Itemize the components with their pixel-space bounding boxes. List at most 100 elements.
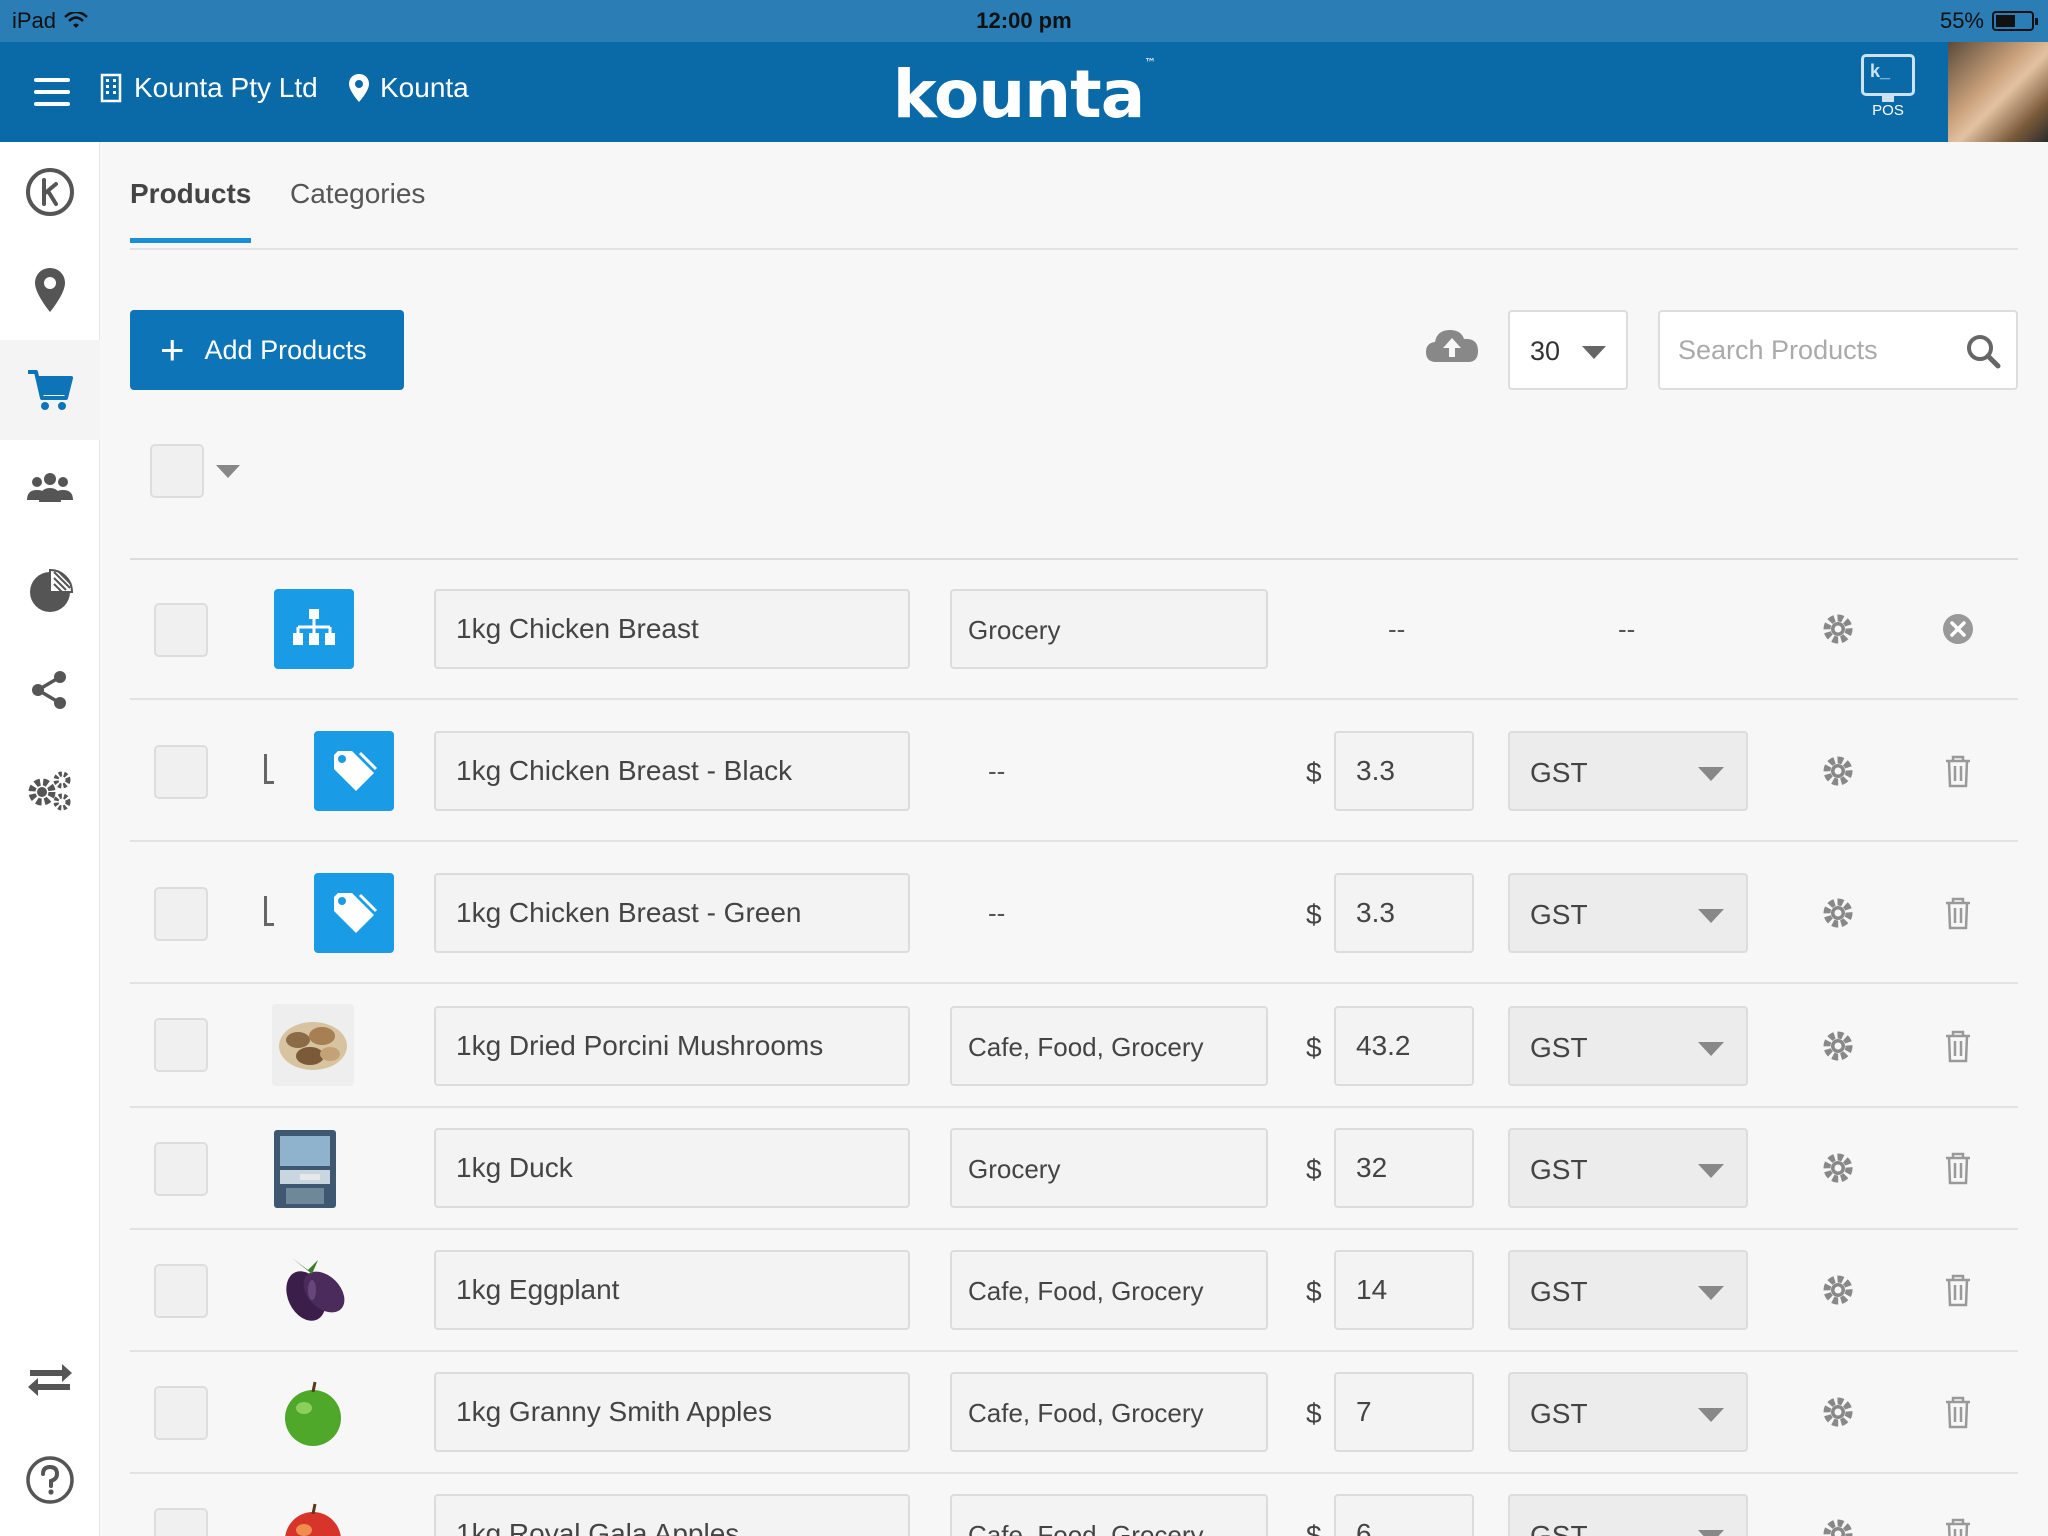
product-category-field[interactable]: Grocery — [950, 1128, 1268, 1208]
kounta-logo-icon — [26, 168, 74, 216]
variant-indent-marker — [264, 754, 274, 784]
trash-icon[interactable] — [1940, 1028, 1976, 1064]
add-products-button[interactable]: + Add Products — [130, 310, 404, 390]
tax-select[interactable]: GST — [1508, 1128, 1748, 1208]
cloud-upload-icon[interactable] — [1424, 324, 1480, 364]
search-input[interactable] — [1678, 330, 1948, 370]
bulk-actions-chevron-icon[interactable] — [216, 464, 240, 478]
row-checkbox[interactable] — [154, 745, 208, 799]
price-input[interactable]: 32 — [1334, 1128, 1474, 1208]
sidebar-item-products[interactable] — [0, 340, 100, 440]
currency-symbol: $ — [1306, 757, 1322, 788]
gear-icon[interactable] — [1820, 1150, 1856, 1186]
product-category-field[interactable]: Grocery — [950, 589, 1268, 669]
price-input[interactable]: 3.3 — [1334, 731, 1474, 811]
price-input[interactable]: 43.2 — [1334, 1006, 1474, 1086]
sidebar-item-share[interactable] — [0, 640, 100, 740]
product-photo-eggplant[interactable] — [272, 1248, 354, 1330]
variant-indent-marker — [264, 896, 274, 926]
table-row: 1kg Duck Grocery $ 32 GST — [130, 1108, 2018, 1230]
gear-icon[interactable] — [1820, 895, 1856, 931]
product-photo-duck[interactable] — [272, 1128, 354, 1210]
per-page-select[interactable]: 30 — [1508, 310, 1628, 390]
trash-icon[interactable] — [1940, 1150, 1976, 1186]
sidebar-item-sync[interactable] — [0, 1330, 100, 1430]
trash-icon[interactable] — [1940, 895, 1976, 931]
remove-icon[interactable] — [1940, 611, 1976, 647]
row-checkbox[interactable] — [154, 603, 208, 657]
tax-select[interactable]: GST — [1508, 1372, 1748, 1452]
row-checkbox[interactable] — [154, 887, 208, 941]
cart-icon — [28, 370, 73, 410]
sidebar-item-locations[interactable] — [0, 240, 100, 340]
user-avatar[interactable] — [1948, 42, 2048, 142]
currency-symbol: $ — [1306, 1520, 1322, 1536]
currency-symbol: $ — [1306, 1154, 1322, 1185]
price-input[interactable]: 6 — [1334, 1494, 1474, 1536]
sidebar-item-settings[interactable] — [0, 740, 100, 840]
trash-icon[interactable] — [1940, 1394, 1976, 1430]
table-row: 1kg Dried Porcini Mushrooms Cafe, Food, … — [130, 984, 2018, 1108]
price-input[interactable]: 3.3 — [1334, 873, 1474, 953]
gear-icon[interactable] — [1820, 611, 1856, 647]
row-checkbox[interactable] — [154, 1142, 208, 1196]
product-photo-green-apple[interactable] — [272, 1372, 354, 1454]
sidebar-item-customers[interactable] — [0, 440, 100, 540]
sidebar-item-help[interactable] — [0, 1430, 100, 1530]
product-name-field[interactable]: 1kg Eggplant — [434, 1250, 910, 1330]
price-tag-icon — [334, 893, 378, 933]
search-icon[interactable] — [1964, 332, 2002, 370]
tax-select[interactable]: GST — [1508, 731, 1748, 811]
sidebar-item-reports[interactable] — [0, 540, 100, 640]
product-name-field[interactable]: 1kg Granny Smith Apples — [434, 1372, 910, 1452]
price-input[interactable]: 7 — [1334, 1372, 1474, 1452]
table-row: 1kg Granny Smith Apples Cafe, Food, Groc… — [130, 1352, 2018, 1474]
select-all-checkbox[interactable] — [150, 444, 204, 498]
gear-icon[interactable] — [1820, 1516, 1856, 1536]
chevron-down-icon — [1698, 767, 1724, 781]
sync-icon — [28, 1364, 72, 1396]
per-page-value: 30 — [1530, 336, 1561, 366]
tab-categories[interactable]: Categories — [290, 178, 425, 238]
gear-icon[interactable] — [1820, 1272, 1856, 1308]
customers-icon — [27, 473, 73, 502]
chevron-down-icon — [1698, 1530, 1724, 1536]
tax-select[interactable]: GST — [1508, 873, 1748, 953]
app-header: Kounta Pty Ltd Kounta kounta™ k_ POS — [0, 42, 2048, 142]
sidebar-item-home[interactable] — [0, 142, 100, 242]
currency-symbol: $ — [1306, 1398, 1322, 1429]
gear-icon[interactable] — [1820, 753, 1856, 789]
row-checkbox[interactable] — [154, 1508, 208, 1536]
product-thumbnail[interactable] — [274, 589, 354, 669]
product-category-field[interactable]: Cafe, Food, Grocery — [950, 1250, 1268, 1330]
tax-select[interactable]: GST — [1508, 1250, 1748, 1330]
product-thumbnail[interactable] — [314, 873, 394, 953]
product-name-field[interactable]: 1kg Duck — [434, 1128, 910, 1208]
product-thumbnail[interactable] — [314, 731, 394, 811]
product-photo-mushrooms[interactable] — [272, 1004, 354, 1086]
trash-icon[interactable] — [1940, 1516, 1976, 1536]
product-photo-red-apple[interactable] — [272, 1494, 354, 1536]
price-input[interactable]: 14 — [1334, 1250, 1474, 1330]
product-name-field[interactable]: 1kg Chicken Breast - Green — [434, 873, 910, 953]
row-checkbox[interactable] — [154, 1386, 208, 1440]
trash-icon[interactable] — [1940, 1272, 1976, 1308]
variants-hierarchy-icon — [293, 609, 335, 645]
row-checkbox[interactable] — [154, 1018, 208, 1072]
trash-icon[interactable] — [1940, 753, 1976, 789]
product-name-field[interactable]: 1kg Royal Gala Apples — [434, 1494, 910, 1536]
tax-select[interactable]: GST — [1508, 1006, 1748, 1086]
kounta-logo: kounta™ — [892, 56, 1157, 133]
tab-products[interactable]: Products — [130, 178, 252, 243]
tax-select[interactable]: GST — [1508, 1494, 1748, 1536]
product-category-field[interactable]: Cafe, Food, Grocery — [950, 1372, 1268, 1452]
row-checkbox[interactable] — [154, 1264, 208, 1318]
product-name-field[interactable]: 1kg Chicken Breast — [434, 589, 910, 669]
product-category-field[interactable]: Cafe, Food, Grocery — [950, 1494, 1268, 1536]
product-name-field[interactable]: 1kg Dried Porcini Mushrooms — [434, 1006, 910, 1086]
product-name-field[interactable]: 1kg Chicken Breast - Black — [434, 731, 910, 811]
product-category-field[interactable]: Cafe, Food, Grocery — [950, 1006, 1268, 1086]
gear-icon[interactable] — [1820, 1394, 1856, 1430]
pos-button[interactable]: k_ POS — [1858, 54, 1918, 119]
gear-icon[interactable] — [1820, 1028, 1856, 1064]
